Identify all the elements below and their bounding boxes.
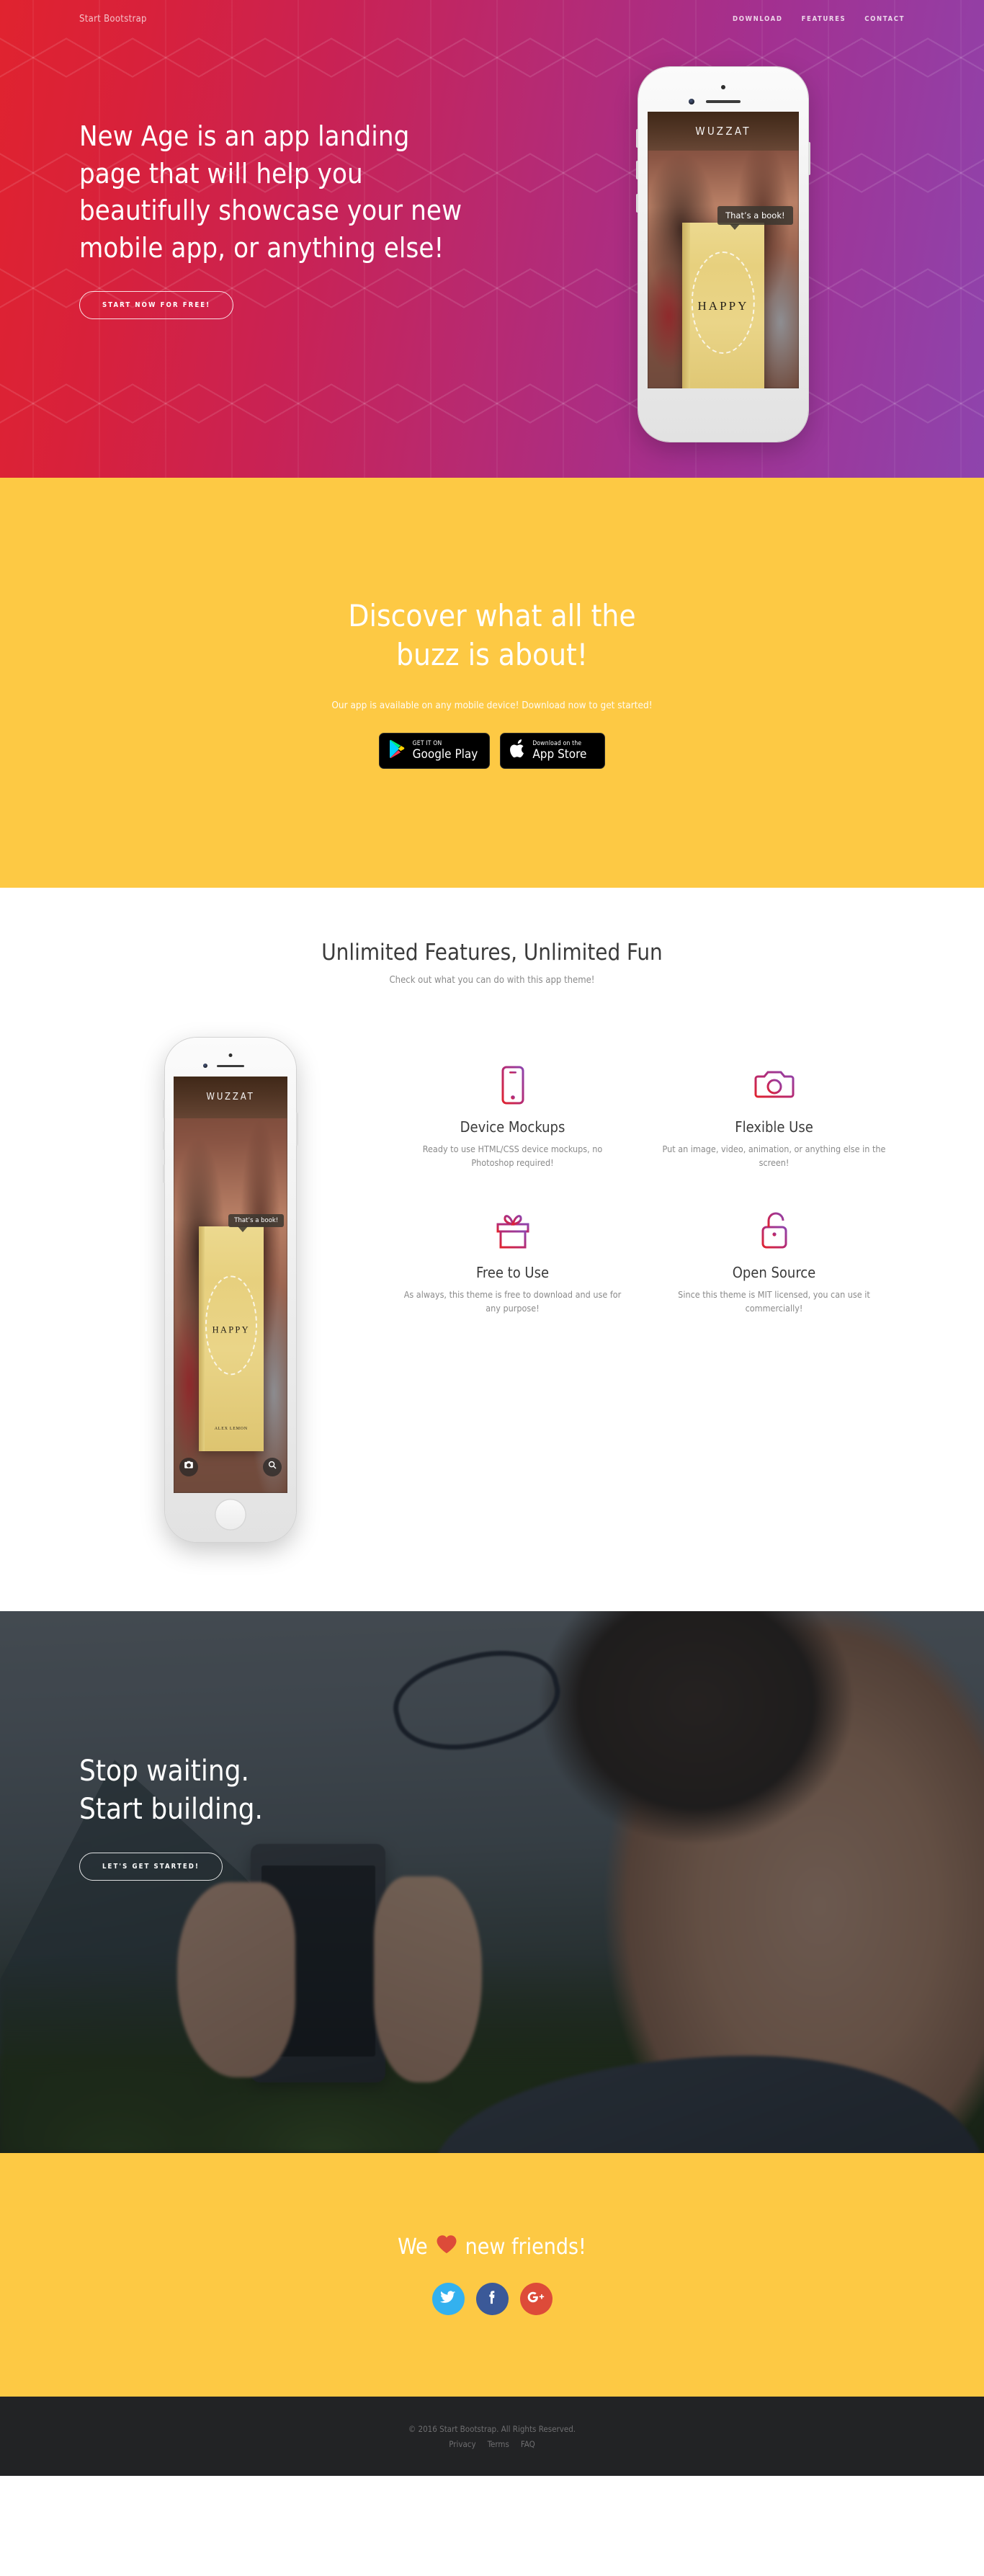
download-heading-line-1: Discover what all the: [348, 598, 636, 634]
hero-copy: New Age is an app landing page that will…: [79, 0, 511, 319]
feature-device-mockups: Device Mockups Ready to use HTML/CSS dev…: [382, 1062, 643, 1208]
footer: © 2016 Start Bootstrap. All Rights Reser…: [0, 2397, 984, 2476]
book-author-text: ALEX LEMON: [214, 1427, 248, 1432]
brand-logo[interactable]: Start Bootstrap: [79, 14, 147, 24]
footer-links: Privacy Terms FAQ: [449, 2439, 535, 2449]
feature-text: As always, this theme is free to downloa…: [403, 1288, 622, 1314]
feature-text: Since this theme is MIT licensed, you ca…: [678, 1288, 870, 1314]
footer-link-faq[interactable]: FAQ: [521, 2439, 535, 2449]
feature-open-source: Open Source Since this theme is MIT lice…: [643, 1208, 905, 1353]
download-subtitle: Our app is available on any mobile devic…: [331, 699, 653, 711]
footer-link-terms[interactable]: Terms: [488, 2439, 509, 2449]
download-heading: Discover what all the buzz is about!: [348, 597, 635, 674]
search-icon: [267, 1460, 277, 1474]
camera-icon: [662, 1062, 886, 1108]
book-cover-image: HAPPY ALEX LEMON: [198, 1226, 264, 1452]
nav-link-features[interactable]: Features: [802, 15, 846, 23]
features-grid: Device Mockups Ready to use HTML/CSS dev…: [382, 1038, 905, 1353]
feature-text: Ready to use HTML/CSS device mockups, no…: [422, 1144, 603, 1169]
social-links: [431, 2283, 553, 2315]
app-store-badge-small: Download on the: [532, 739, 582, 747]
features-section: Unlimited Features, Unlimited Fun Check …: [0, 888, 984, 1611]
app-title: WUZZAT: [695, 124, 751, 138]
google-play-badge-small: GET IT ON: [412, 739, 442, 747]
proximity-sensor-icon: [721, 85, 725, 89]
iphone-frame: WUZZAT HAPPY ALEX LEMON That’s a book!: [163, 1038, 298, 1542]
feature-title: Open Source: [732, 1263, 816, 1281]
contact-section: We new friends!: [0, 2153, 984, 2397]
footer-link-privacy[interactable]: Privacy: [449, 2439, 475, 2449]
nav-links: Download Features Contact: [733, 15, 905, 23]
book-cover-image: HAPPY: [682, 222, 764, 388]
feature-title: Free to Use: [475, 1263, 550, 1281]
feature-title: Device Mockups: [460, 1118, 565, 1136]
camera-icon: [184, 1460, 194, 1474]
feature-title: Flexible Use: [735, 1118, 813, 1136]
speech-bubble: That’s a book!: [717, 205, 793, 230]
contact-heading-suffix: new friends!: [465, 2234, 586, 2260]
google-play-badge-big: Google Play: [412, 746, 478, 762]
front-camera-icon: [203, 1064, 207, 1068]
hero-heading: New Age is an app landing page that will…: [79, 118, 511, 267]
book-spine: [198, 1226, 205, 1452]
feature-text: Put an image, video, animation, or anyth…: [662, 1144, 886, 1169]
app-store-badge-big: App Store: [532, 746, 587, 762]
nav-link-download[interactable]: Download: [733, 15, 783, 23]
nav-link-contact[interactable]: Contact: [864, 15, 905, 23]
phone-screen: WUZZAT HAPPY ALEX LEMON That’s a book!: [174, 1077, 287, 1493]
store-badges: GET IT ON Google Play Download on the Ap…: [378, 732, 606, 769]
feature-flexible-use: Flexible Use Put an image, video, animat…: [643, 1062, 905, 1208]
phone-screen: WUZZAT HAPPY That’s a book!: [648, 112, 799, 388]
hero-heading-line-4: mobile app, or anything else!: [79, 232, 444, 264]
proximity-sensor-icon: [228, 1053, 233, 1057]
features-subtitle: Check out what you can do with this app …: [389, 975, 595, 986]
social-facebook[interactable]: [475, 2283, 509, 2315]
lets-get-started-button[interactable]: Let's Get Started!: [79, 1852, 223, 1881]
features-device-mockup: WUZZAT HAPPY ALEX LEMON That’s a book!: [79, 1038, 382, 1542]
earpiece-speaker: [217, 1065, 244, 1067]
social-google-plus[interactable]: [519, 2283, 553, 2315]
download-section: Discover what all the buzz is about! Our…: [0, 478, 984, 888]
cta-heading: Stop waiting. Start building.: [79, 1752, 905, 1829]
book-title-text: HAPPY: [697, 299, 749, 313]
apple-icon: [510, 739, 526, 762]
search-button[interactable]: [263, 1457, 282, 1476]
speech-bubble: That’s a book!: [228, 1213, 285, 1232]
facebook-icon: [484, 2289, 500, 2309]
hero-heading-line-3: beautifully showcase your new: [79, 195, 462, 227]
feature-free-to-use: Free to Use As always, this theme is fre…: [382, 1208, 643, 1353]
features-heading: Unlimited Features, Unlimited Fun: [321, 940, 663, 966]
cta-heading-line-1: Stop waiting.: [79, 1755, 249, 1788]
contact-heading-prefix: We: [398, 2234, 428, 2260]
hero-device-mockup: WUZZAT HAPPY That’s a book!: [636, 67, 810, 442]
app-store-badge[interactable]: Download on the App Store: [500, 732, 606, 769]
footer-copyright: © 2016 Start Bootstrap. All Rights Reser…: [408, 2423, 576, 2434]
unlock-icon: [662, 1208, 886, 1254]
camera-button[interactable]: [179, 1457, 198, 1476]
iphone-frame: WUZZAT HAPPY That’s a book!: [636, 67, 810, 442]
home-button[interactable]: [215, 1499, 246, 1530]
download-heading-line-2: buzz is about!: [396, 636, 588, 672]
app-title: WUZZAT: [206, 1092, 255, 1103]
twitter-icon: [440, 2289, 456, 2309]
social-twitter[interactable]: [431, 2283, 465, 2315]
hero-section: Start Bootstrap Download Features Contac…: [0, 0, 984, 478]
google-play-icon: [389, 739, 406, 762]
top-navbar: Start Bootstrap Download Features Contac…: [0, 0, 984, 37]
contact-heading: We new friends!: [398, 2234, 586, 2260]
earpiece-speaker: [706, 100, 741, 103]
heart-icon: [436, 2234, 457, 2260]
features-header: Unlimited Features, Unlimited Fun Check …: [0, 940, 984, 986]
front-camera-icon: [689, 99, 694, 104]
hero-heading-line-2: page that will help you: [79, 157, 363, 190]
hero-heading-line-1: New Age is an app landing: [79, 120, 410, 152]
google-plus-icon: [527, 2289, 545, 2309]
cta-section: Stop waiting. Start building. Let's Get …: [0, 1611, 984, 2153]
google-play-badge[interactable]: GET IT ON Google Play: [378, 732, 491, 769]
book-title-text: HAPPY: [212, 1324, 250, 1335]
cta-heading-line-2: Start building.: [79, 1792, 263, 1826]
mobile-phone-icon: [401, 1062, 625, 1108]
start-now-button[interactable]: Start Now for Free!: [79, 290, 234, 319]
gift-icon: [401, 1208, 625, 1254]
